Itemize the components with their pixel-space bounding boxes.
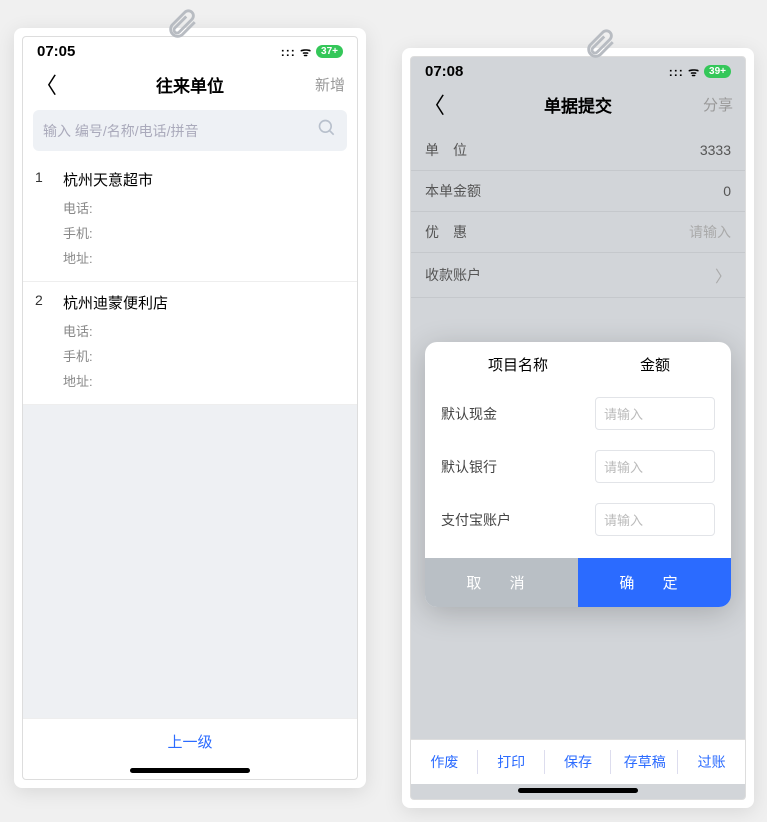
status-time: 07:08 (425, 63, 463, 80)
page-title: 单据提交 (411, 92, 745, 117)
toolbar-post[interactable]: 过账 (678, 740, 745, 784)
detail-row-amount: 本单金额 0 (411, 171, 745, 212)
search-input[interactable]: 输入 编号/名称/电话/拼音 (33, 110, 347, 151)
nav-bar: 〈 往来单位 新增 (23, 62, 357, 110)
modal-row-input[interactable]: 请输入 (595, 503, 715, 536)
paperclip-icon (165, 4, 199, 46)
company-list: 1 杭州天意超市 电话: 手机: 地址: 2 杭州迪蒙便利店 电话: 手机: 地… (23, 159, 357, 718)
status-bar: 07:08 ::: ᯤ 39+ (411, 57, 745, 82)
item-name: 杭州天意超市 (63, 169, 345, 190)
signal-icon: ::: ᯤ (669, 63, 700, 80)
modal-row-input[interactable]: 请输入 (595, 397, 715, 430)
home-indicator (130, 768, 250, 773)
toolbar-draft[interactable]: 存草稿 (611, 740, 678, 784)
modal-row-label: 支付宝账户 (441, 510, 585, 530)
modal-head-name: 项目名称 (441, 354, 595, 375)
modal-row-input[interactable]: 请输入 (595, 450, 715, 483)
page-title: 往来单位 (23, 72, 357, 97)
detail-label: 单 位 (425, 140, 467, 160)
detail-row-discount[interactable]: 优 惠 请输入 (411, 212, 745, 253)
detail-label: 本单金额 (425, 181, 481, 201)
detail-row-unit: 单 位 3333 (411, 130, 745, 171)
detail-value: 3333 (700, 142, 731, 158)
item-address: 地址: (63, 248, 345, 267)
share-button[interactable]: 分享 (703, 94, 733, 115)
list-item[interactable]: 2 杭州迪蒙便利店 电话: 手机: 地址: (23, 282, 357, 405)
modal-head-amount: 金额 (595, 354, 715, 375)
add-button[interactable]: 新增 (315, 74, 345, 95)
bottom-toolbar: 作废 打印 保存 存草稿 过账 (411, 739, 745, 784)
detail-label: 收款账户 (425, 265, 481, 285)
modal-row-label: 默认现金 (441, 404, 585, 424)
battery-icon: 39+ (704, 65, 731, 78)
detail-label: 优 惠 (425, 222, 467, 242)
list-item[interactable]: 1 杭州天意超市 电话: 手机: 地址: (23, 159, 357, 282)
item-mobile: 手机: (63, 223, 345, 242)
paperclip-icon (583, 24, 617, 66)
detail-value: 0 (723, 183, 731, 199)
phone-1: 07:05 ::: ᯤ 37+ 〈 往来单位 新增 输入 编号/名称/电话/拼音… (14, 28, 366, 788)
item-address: 地址: (63, 371, 345, 390)
toolbar-save[interactable]: 保存 (545, 740, 612, 784)
item-index: 2 (35, 292, 49, 396)
modal-row-label: 默认银行 (441, 457, 585, 477)
toolbar-void[interactable]: 作废 (411, 740, 478, 784)
chevron-right-icon: 〉 (715, 263, 731, 287)
cancel-button[interactable]: 取 消 (425, 558, 578, 607)
detail-placeholder: 请输入 (689, 222, 731, 242)
item-index: 1 (35, 169, 49, 273)
battery-icon: 37+ (316, 45, 343, 58)
signal-icon: ::: ᯤ (281, 43, 312, 60)
toolbar-print[interactable]: 打印 (478, 740, 545, 784)
search-icon (317, 118, 337, 143)
home-indicator (518, 788, 638, 793)
up-level-button[interactable]: 上一级 (23, 718, 357, 764)
detail-row-account[interactable]: 收款账户 〉 (411, 253, 745, 298)
item-phone: 电话: (63, 198, 345, 217)
item-name: 杭州迪蒙便利店 (63, 292, 345, 313)
back-button[interactable]: 〈 (35, 68, 57, 100)
back-button[interactable]: 〈 (423, 88, 445, 120)
status-time: 07:05 (37, 43, 75, 60)
item-phone: 电话: (63, 321, 345, 340)
item-mobile: 手机: (63, 346, 345, 365)
phone-2: 07:08 ::: ᯤ 39+ 〈 单据提交 分享 单 位 3333 本单金额 … (402, 48, 754, 808)
payment-modal: 项目名称 金额 默认现金 请输入 默认银行 请输入 支付宝账户 请输入 取 消 … (425, 342, 731, 607)
confirm-button[interactable]: 确 定 (578, 558, 731, 607)
nav-bar: 〈 单据提交 分享 (411, 82, 745, 130)
search-placeholder: 输入 编号/名称/电话/拼音 (43, 121, 317, 141)
